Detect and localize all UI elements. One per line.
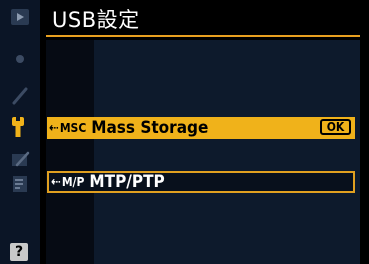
page-title: USB設定 xyxy=(52,8,140,32)
usb-mode-tag: M/P xyxy=(61,175,85,189)
option-mass-storage[interactable]: ⇠ MSC Mass Storage OK xyxy=(47,117,355,139)
option-label: Mass Storage xyxy=(91,118,209,138)
my-menu-icon[interactable] xyxy=(8,172,32,196)
usb-mp-tag: ⇠ M/P xyxy=(51,175,84,190)
setup-wrench-icon[interactable] xyxy=(8,115,32,139)
title-divider xyxy=(46,35,360,37)
usb-icon: ⇠ xyxy=(51,174,61,190)
help-button[interactable]: ? xyxy=(10,243,28,261)
option-label: MTP/PTP xyxy=(89,172,165,192)
usb-msc-tag: ⇠ MSC xyxy=(49,121,86,136)
retouch-icon[interactable] xyxy=(8,148,32,172)
options-panel-shade xyxy=(94,40,360,264)
menu-sidebar: ? xyxy=(0,0,40,264)
camera-menu-screen: ? USB設定 ⇠ MSC Mass Storage OK ⇠ M/P MTP/… xyxy=(0,0,369,264)
shooting-icon[interactable] xyxy=(8,47,32,71)
help-label: ? xyxy=(14,244,24,260)
custom-settings-icon[interactable] xyxy=(8,84,32,108)
usb-icon: ⇠ xyxy=(49,120,59,136)
usb-mode-tag: MSC xyxy=(59,121,87,135)
playback-icon[interactable] xyxy=(8,5,32,29)
option-mtp-ptp[interactable]: ⇠ M/P MTP/PTP xyxy=(47,171,355,193)
ok-badge[interactable]: OK xyxy=(320,119,351,135)
